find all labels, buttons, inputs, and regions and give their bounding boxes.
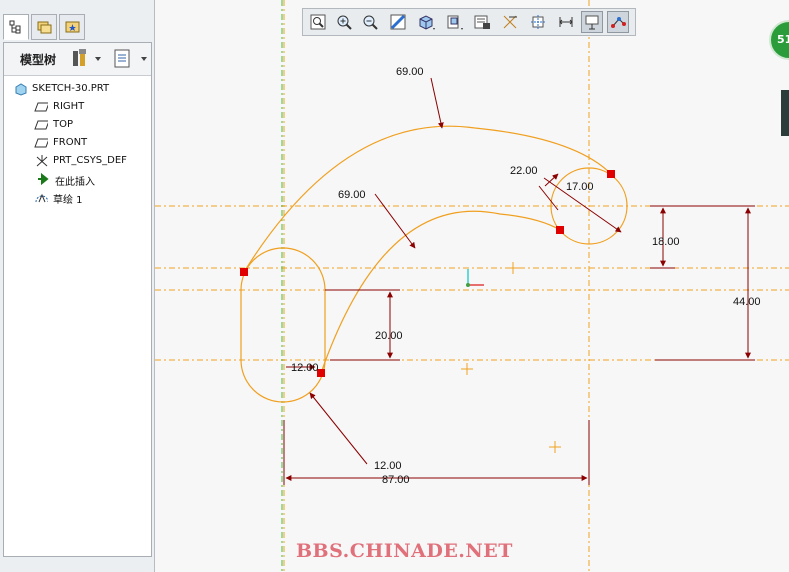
tree-item-label: FRONT — [53, 137, 88, 148]
dim-radius-17[interactable]: 17.00 — [566, 181, 594, 193]
csys-icon — [36, 155, 48, 167]
model-tree-tab[interactable] — [3, 14, 29, 40]
folder-browser-tab[interactable] — [31, 14, 57, 40]
dim-vertical-44[interactable]: 44.00 — [733, 296, 761, 308]
datum-display-icon — [503, 15, 517, 29]
dim-radius-22[interactable]: 22.00 — [510, 165, 538, 177]
tree-item-top[interactable]: TOP — [4, 116, 151, 134]
zoom-out-button[interactable] — [359, 11, 381, 33]
tree-settings-button[interactable] — [112, 48, 150, 70]
tree-item-right[interactable]: RIGHT — [4, 98, 151, 116]
model-tree: SKETCH-30.PRT RIGHT TOP FRONT PRT_CSYS_D… — [4, 80, 151, 206]
repaint-button[interactable] — [387, 11, 409, 33]
construction-points — [461, 262, 561, 453]
dim-horizontal-87[interactable]: 87.00 — [382, 474, 410, 486]
zoom-in-icon — [337, 15, 352, 30]
dim-arc-inner[interactable]: 69.00 — [338, 189, 366, 201]
dim-vertical-20[interactable]: 20.00 — [375, 330, 403, 342]
tree-item-label: SKETCH-30.PRT — [32, 83, 110, 94]
view-manager-button[interactable] — [471, 11, 493, 33]
constraints-display-icon — [585, 15, 599, 30]
favorites-folder-icon — [65, 21, 80, 33]
tree-item-label: 在此插入 — [55, 177, 95, 188]
datum-axes-button[interactable] — [527, 11, 549, 33]
sketch-geometry — [240, 125, 628, 403]
datum-plane-icon — [34, 102, 48, 112]
navigator-tabs — [3, 14, 153, 42]
refit-icon — [310, 14, 326, 30]
slot-profile[interactable] — [240, 247, 326, 403]
zoom-out-icon — [363, 15, 378, 30]
datum-plane-icon — [34, 120, 48, 130]
tree-item-front[interactable]: FRONT — [4, 134, 151, 152]
tree-item-sketch[interactable]: 草绘 1 — [4, 188, 151, 206]
sketch-icon — [35, 193, 48, 203]
shaded-cube-icon — [419, 15, 435, 30]
view-manager-icon — [474, 15, 490, 29]
favorites-tab[interactable] — [59, 14, 85, 40]
datum-axes-icon — [531, 15, 545, 29]
model-tree-panel: 模型树 SKETCH-30.PRT RIGHT TOP FRONT PRT_CS… — [3, 42, 152, 557]
repaint-icon — [390, 14, 406, 30]
folders-icon — [37, 21, 52, 34]
insert-here-arrow-icon — [38, 172, 49, 186]
model-tree-header: 模型树 — [4, 43, 151, 76]
sketch-canvas: 69.00 69.00 22.00 17.00 18.00 44.00 20.0… — [155, 0, 789, 572]
dim-arc-outer[interactable]: 69.00 — [396, 66, 424, 78]
saved-views-icon — [447, 15, 463, 30]
left-panel: 模型树 SKETCH-30.PRT RIGHT TOP FRONT PRT_CS… — [0, 0, 155, 572]
outer-arc[interactable] — [243, 125, 612, 273]
tree-tools-button[interactable] — [70, 48, 104, 70]
model-tree-title: 模型树 — [20, 53, 57, 67]
zoom-in-button[interactable] — [333, 11, 355, 33]
dim-slot-width[interactable]: 12.00 — [291, 362, 319, 374]
centerlines — [155, 0, 789, 572]
badge-count: 51 — [777, 33, 789, 46]
tree-item-part[interactable]: SKETCH-30.PRT — [4, 80, 151, 98]
saved-views-button[interactable] — [443, 11, 465, 33]
dim-slot-radius[interactable]: 12.00 — [374, 460, 402, 472]
model-tree-icon — [9, 20, 21, 34]
vertices-display-icon — [611, 17, 626, 28]
dim-vertical-18[interactable]: 18.00 — [652, 236, 680, 248]
tools-icon — [73, 49, 101, 66]
tree-item-insert-here[interactable]: 在此插入 — [4, 170, 151, 188]
tree-item-csys[interactable]: PRT_CSYS_DEF — [4, 152, 151, 170]
settings-list-icon — [114, 49, 147, 68]
tree-item-label: TOP — [53, 119, 74, 130]
vertices-display-button[interactable] — [607, 11, 629, 33]
tree-item-label: PRT_CSYS_DEF — [53, 155, 127, 166]
part-icon — [15, 83, 27, 96]
csys-origin — [466, 269, 484, 287]
dimension-display-button[interactable] — [555, 11, 577, 33]
watermark: BBS.CHINADE.NET — [296, 540, 513, 562]
datum-display-button[interactable] — [499, 11, 521, 33]
inner-arc[interactable] — [320, 210, 561, 374]
right-edge-strip — [781, 90, 789, 136]
tree-item-label: RIGHT — [53, 101, 85, 112]
datum-plane-icon — [34, 138, 48, 148]
display-style-button[interactable] — [415, 11, 437, 33]
dimension-labels: 69.00 69.00 22.00 17.00 18.00 44.00 20.0… — [291, 66, 761, 486]
refit-button[interactable] — [307, 11, 329, 33]
dimension-lines — [283, 77, 755, 485]
tree-item-label: 草绘 1 — [53, 195, 83, 206]
constraints-display-button[interactable] — [581, 11, 603, 33]
view-toolbar — [302, 8, 636, 36]
dimension-display-icon — [559, 17, 573, 27]
endpoint-markers — [240, 170, 615, 377]
graphics-area[interactable]: 69.00 69.00 22.00 17.00 18.00 44.00 20.0… — [155, 0, 789, 572]
